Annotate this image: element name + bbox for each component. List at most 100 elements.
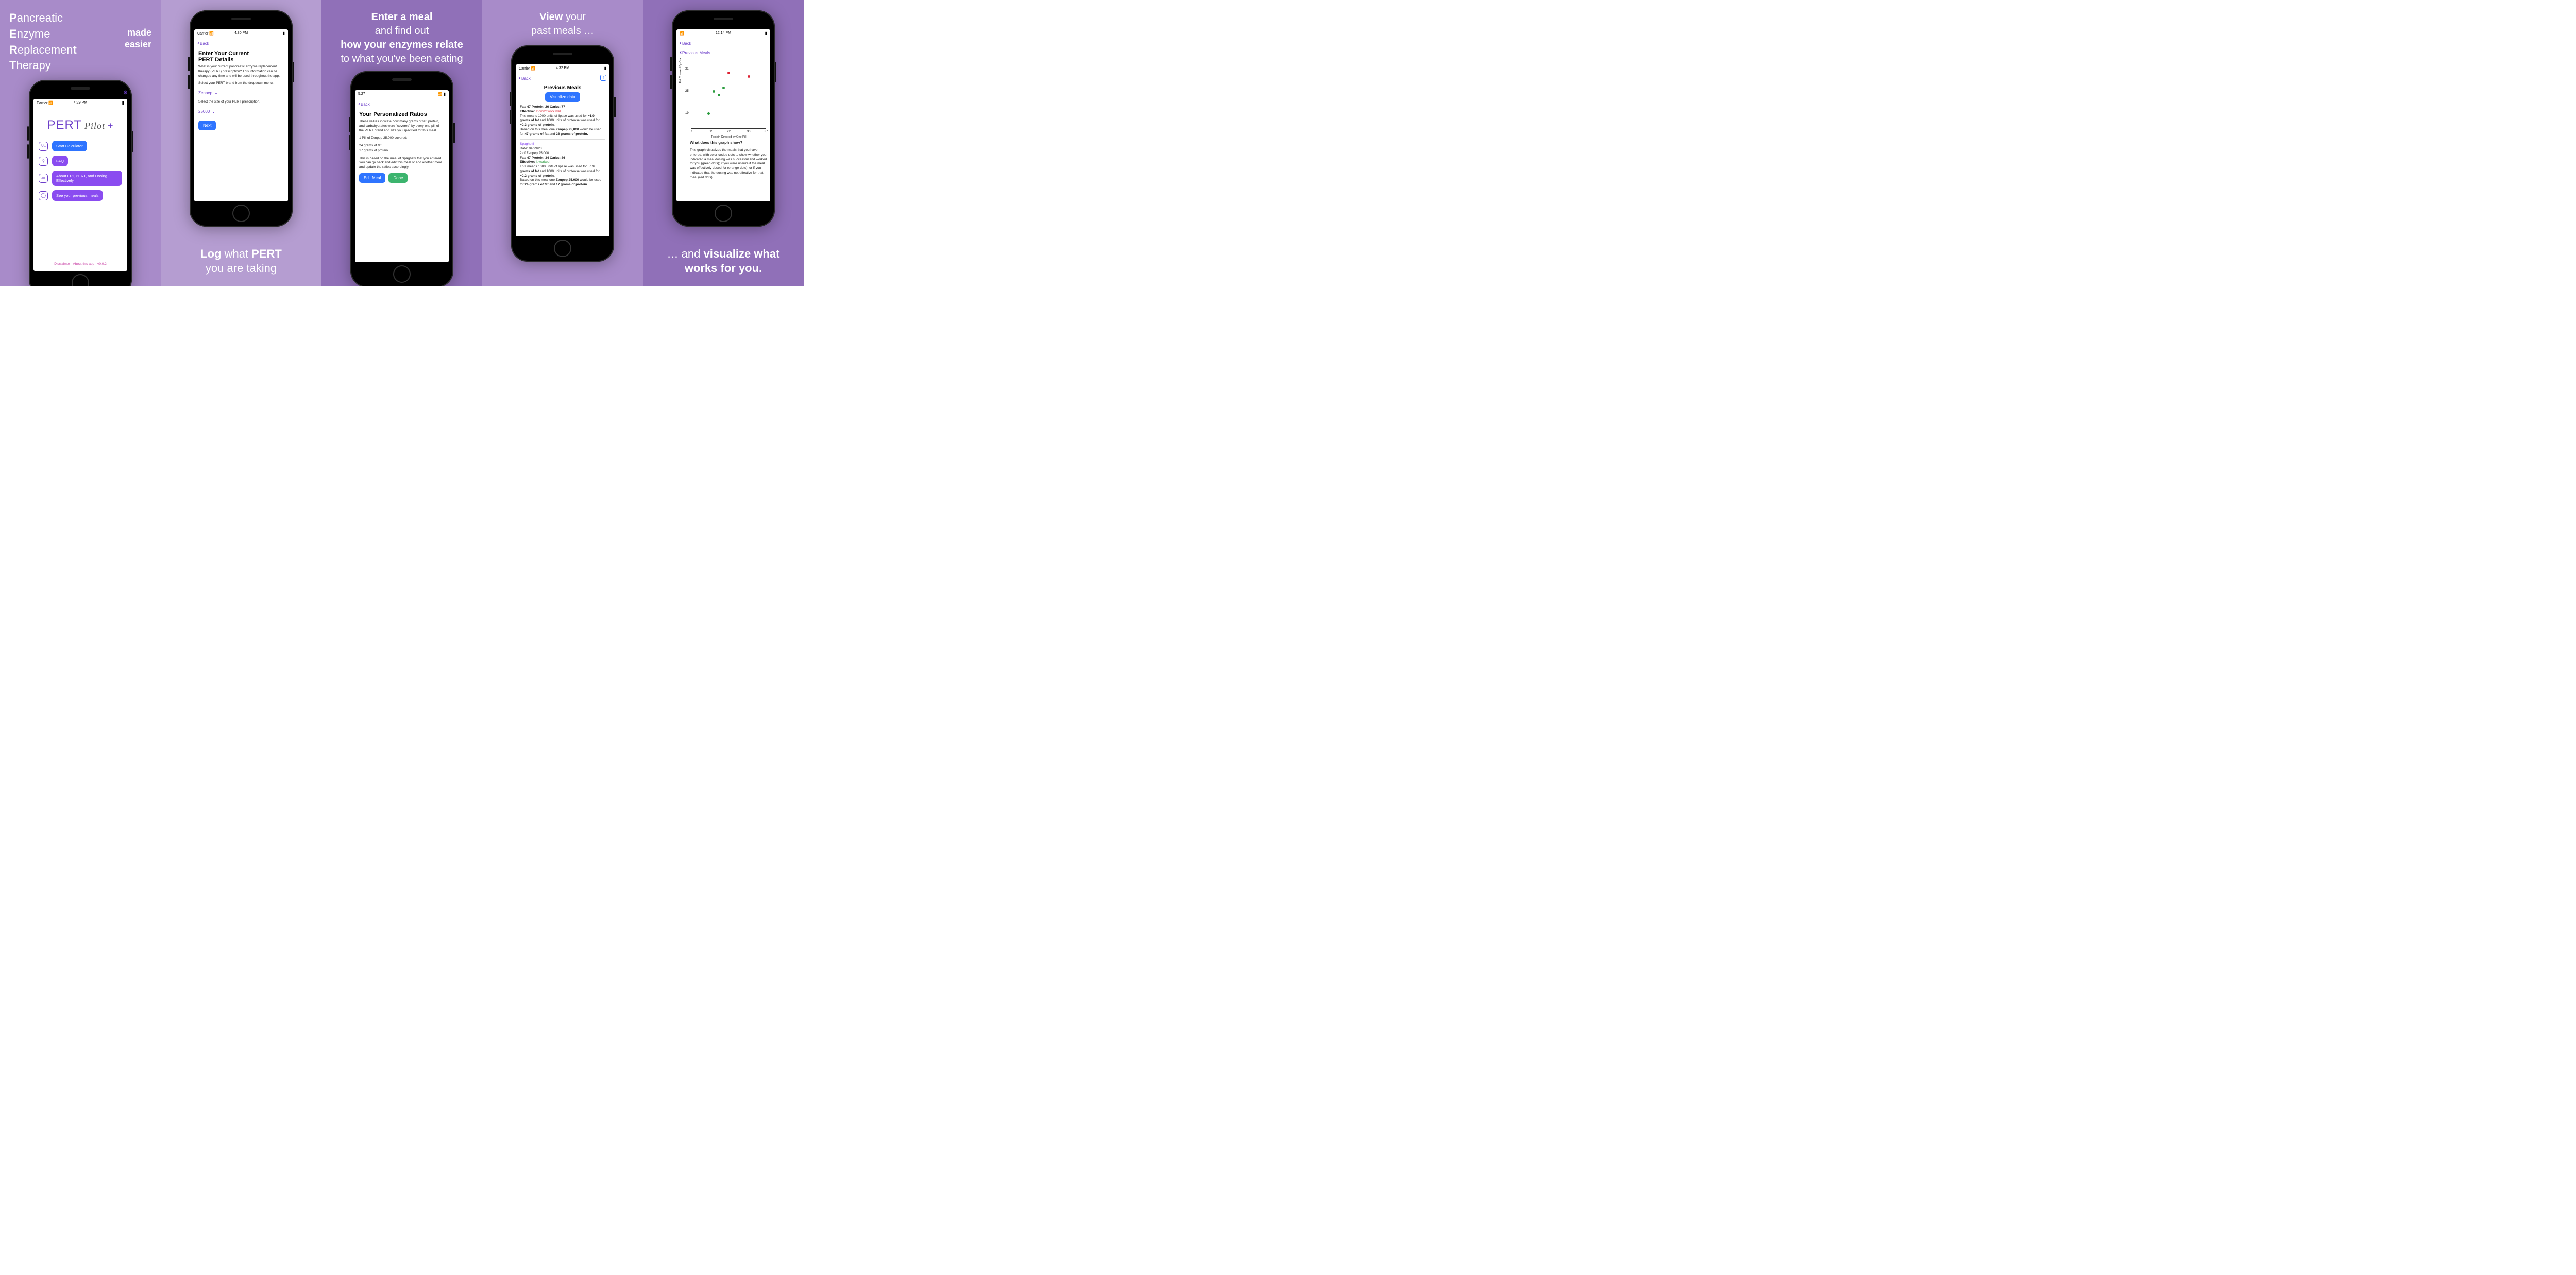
caption: Log what PERT you are taking: [200, 247, 282, 276]
panel-intro: Pancreatic Enzyme Replacement Therapy ma…: [0, 0, 161, 286]
meal-name-link[interactable]: Spaghetti: [520, 142, 534, 146]
back-button[interactable]: Back: [519, 74, 531, 81]
brand-prompt: Select your PERT brand from the dropdown…: [198, 81, 284, 86]
meals-icon: ◯: [39, 191, 48, 200]
acro-p: P: [9, 11, 17, 24]
wifi-icon: [438, 93, 443, 96]
version-label: v0.0.2: [97, 262, 107, 266]
wifi-icon: [48, 101, 53, 105]
visualize-data-button[interactable]: Visualize data: [545, 92, 580, 102]
panel-visualize: 12:14 PM Back Previous Meals Fat Covered…: [643, 0, 804, 286]
headline: Enter a meal and find out how your enzym…: [341, 10, 463, 66]
home-button[interactable]: [393, 265, 411, 283]
battery-icon: [444, 93, 446, 96]
ratio-fat: 24 grams of fat: [359, 144, 445, 148]
panel-past-meals: View your past meals … Carrier 4:32 PM B…: [482, 0, 643, 286]
y-axis-label: Fat Covered By One Pill: [679, 58, 682, 83]
wifi-icon: [209, 32, 214, 36]
made-easier: made easier: [125, 27, 151, 50]
panel-log-pert: Carrier 4:30 PM Back Enter Your CurrentP…: [161, 0, 321, 286]
status-time: 4:32 PM: [556, 66, 569, 70]
home-button[interactable]: [715, 205, 732, 222]
faq-icon: ?: [39, 157, 48, 166]
meal-entry: Spaghetti Date: 04/29/23 2 of Zenpep 25,…: [520, 142, 605, 188]
x-tick: 30: [747, 130, 751, 133]
size-dropdown[interactable]: 25000: [198, 108, 284, 115]
headline: View your past meals …: [531, 10, 594, 38]
status-bar: Carrier 4:29 PM: [33, 99, 127, 107]
about-epi-button[interactable]: About EPI, PERT, and Dosing Effectively: [52, 171, 122, 186]
app-brand: PERT Pilot +: [38, 118, 123, 132]
scatter-chart: Fat Covered By One Pill Protein Covered …: [691, 62, 766, 129]
graph-question: What does this graph show?: [690, 140, 767, 145]
data-point: [707, 112, 710, 115]
back-button[interactable]: Back: [197, 39, 209, 46]
brand-dropdown[interactable]: Zenpep: [198, 89, 284, 97]
phone-pert-details: Carrier 4:30 PM Back Enter Your CurrentP…: [190, 10, 293, 227]
intro-text: What is your current pancreatic enzyme r…: [198, 65, 284, 78]
battery-icon: [122, 100, 124, 105]
about-app-link[interactable]: About this app: [73, 262, 95, 266]
size-prompt: Select the size of your PERT prescriptio…: [198, 100, 284, 105]
acro-t: T: [9, 59, 16, 72]
acro-e: E: [9, 27, 17, 40]
status-bar: 5:27: [355, 90, 449, 98]
battery-icon: [765, 31, 767, 36]
status-bar: Carrier 4:32 PM: [516, 64, 609, 72]
battery-icon: [283, 31, 285, 36]
home-button[interactable]: [72, 274, 89, 286]
data-point: [722, 87, 725, 89]
wifi-icon: [680, 31, 684, 36]
status-time: 4:29 PM: [74, 101, 87, 105]
panel-enter-meal: Enter a meal and find out how your enzym…: [321, 0, 482, 286]
calc-icon: ⁺∕₋: [39, 142, 48, 151]
list-icon: ≔: [39, 174, 48, 183]
x-tick: 37: [765, 130, 768, 133]
status-time: 12:14 PM: [716, 31, 731, 35]
home-button[interactable]: [232, 205, 250, 222]
x-tick: 22: [727, 130, 731, 133]
status-bar: Carrier 4:30 PM: [194, 29, 288, 37]
data-point: [713, 90, 715, 93]
disclaimer-link[interactable]: Disclaimer: [54, 262, 70, 266]
x-tick: 15: [709, 130, 713, 133]
breadcrumb[interactable]: Previous Meals: [680, 48, 710, 56]
edit-meal-button[interactable]: Edit Meal: [359, 173, 385, 183]
data-point: [748, 75, 750, 78]
battery-icon: [604, 66, 606, 71]
ratio-explain: These values indicate how many grams of …: [359, 120, 445, 133]
ratio-protein: 17 grams of protein: [359, 149, 445, 154]
previous-meals-button[interactable]: See your previous meals: [52, 190, 103, 201]
faq-button[interactable]: FAQ: [52, 156, 68, 166]
share-icon[interactable]: ↥: [600, 75, 606, 81]
data-point: [718, 94, 720, 96]
phone-graph: 12:14 PM Back Previous Meals Fat Covered…: [672, 10, 775, 227]
carrier-label: Carrier: [37, 101, 47, 105]
ratio-covered: 1 Pill of Zenpep 25,000 covered:: [359, 136, 445, 141]
y-tick: 25: [685, 90, 689, 93]
y-tick: 19: [685, 112, 689, 115]
ratio-note: This is based on the meal of Spaghetti t…: [359, 157, 445, 170]
plus-icon[interactable]: +: [108, 121, 114, 131]
phone-home: Carrier 4:29 PM ⚙ PERT Pilot + ⁺∕₋ Start…: [29, 80, 132, 286]
next-button[interactable]: Next: [198, 121, 216, 130]
phone-previous-meals: Carrier 4:32 PM Back ↥ Previous Meals Vi…: [511, 45, 614, 262]
home-button[interactable]: [554, 240, 571, 257]
page-title: Enter Your CurrentPERT Details: [198, 50, 284, 63]
page-title: Previous Meals: [516, 85, 609, 91]
status-bar: 12:14 PM: [676, 29, 770, 37]
page-title: Your Personalized Ratios: [359, 111, 445, 117]
acronym-headline: Pancreatic Enzyme Replacement Therapy ma…: [5, 10, 156, 74]
footer-links: Disclaimer About this app v0.0.2: [38, 259, 123, 269]
status-time: 5:27: [358, 92, 365, 96]
graph-explain: This graph visualizes the meals that you…: [690, 148, 767, 180]
x-tick: 7: [690, 130, 692, 133]
done-button[interactable]: Done: [388, 173, 408, 183]
data-point: [727, 72, 730, 74]
meal-entry: Fat: 47 Protein: 26 Carbs: 77 Effective:…: [520, 105, 605, 137]
back-button[interactable]: Back: [680, 39, 691, 46]
phone-ratios: 5:27 Back Your Personalized Ratios These…: [350, 71, 453, 286]
x-axis-label: Protein Covered by One Pill: [711, 135, 747, 139]
back-button[interactable]: Back: [358, 100, 370, 107]
start-calculator-button[interactable]: Start Calculator: [52, 141, 87, 151]
